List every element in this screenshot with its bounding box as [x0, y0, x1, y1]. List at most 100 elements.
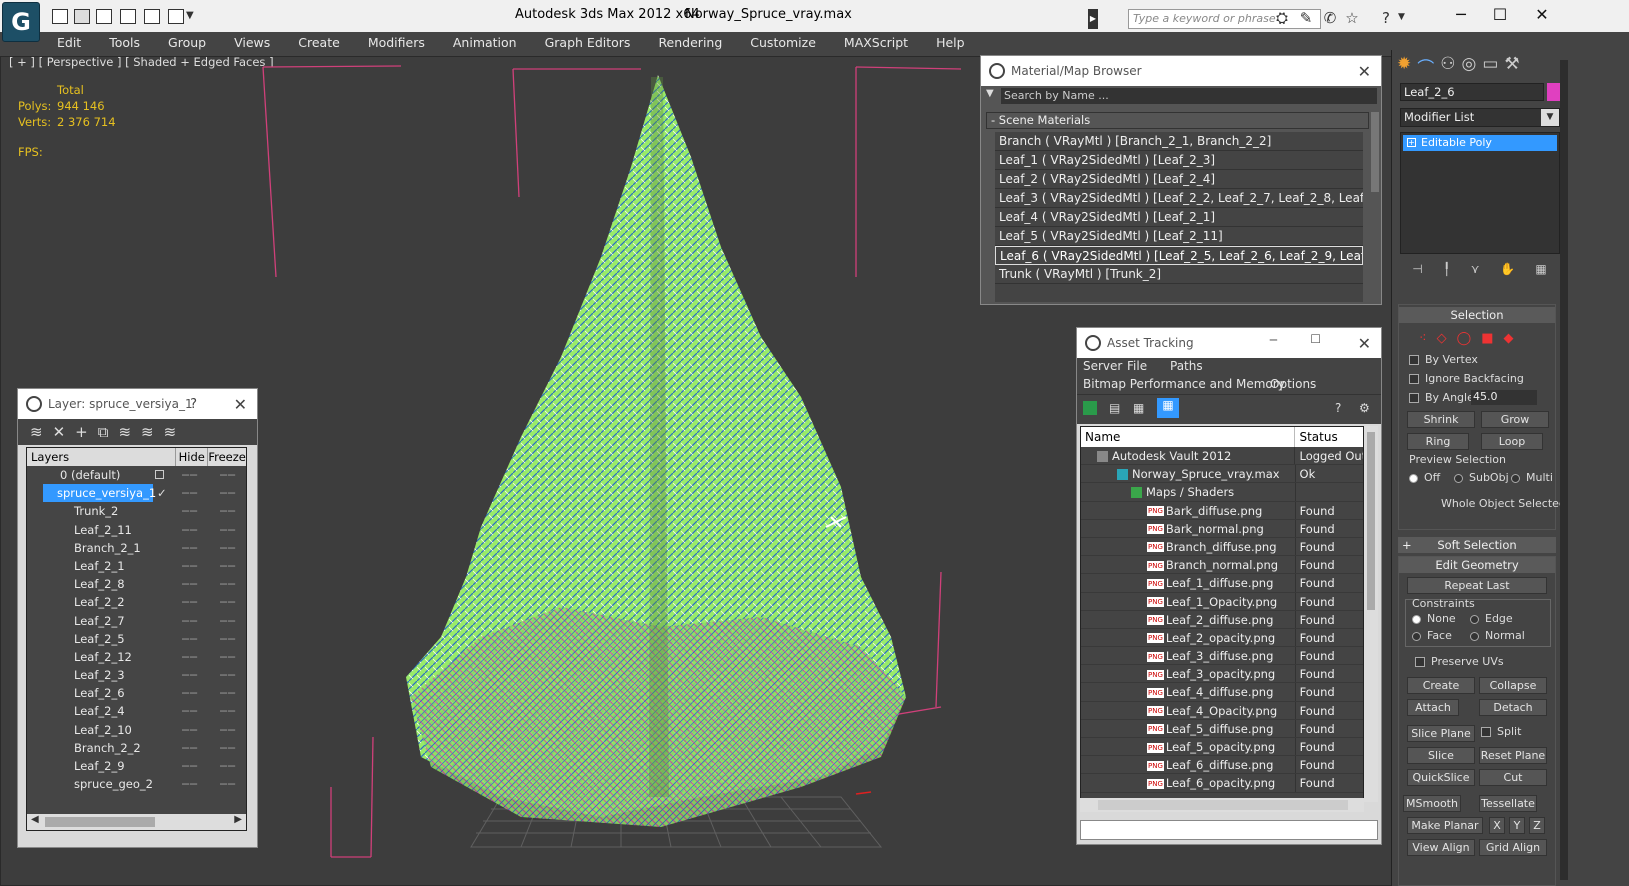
asset-row[interactable]: Maps / Shaders	[1081, 483, 1363, 502]
layer-row[interactable]: Branch_2_2 ── ──	[27, 739, 246, 757]
stack-item-editable-poly[interactable]: + Editable Poly	[1403, 135, 1557, 151]
asset-v-scroll-thumb[interactable]	[1367, 432, 1375, 610]
refresh-icon[interactable]	[1083, 401, 1097, 415]
asset-row[interactable]: PNG Leaf_4_diffuse.png Found	[1081, 683, 1363, 702]
layer-close-icon[interactable]: ✕	[234, 395, 247, 414]
remove-modifier-icon[interactable]: ✋	[1500, 262, 1515, 276]
material-browser-close-icon[interactable]: ✕	[1358, 62, 1371, 81]
asset-row[interactable]: PNG Leaf_6_opacity.png Found	[1081, 774, 1363, 793]
subscription-icon[interactable]: ✎	[1296, 8, 1316, 28]
material-v-scrollbar[interactable]	[1371, 112, 1379, 192]
undo-icon[interactable]	[96, 9, 112, 24]
asset-path-field[interactable]	[1080, 820, 1378, 840]
asset-minimize-icon[interactable]: ─	[1270, 333, 1277, 347]
hold-icon[interactable]	[144, 9, 160, 24]
asset-row[interactable]: PNG Leaf_5_diffuse.png Found	[1081, 719, 1363, 738]
maximize-icon[interactable]: ☐	[1480, 4, 1520, 26]
view-align-button[interactable]: View Align	[1407, 839, 1475, 856]
dropdown-arrow-icon[interactable]: ▼	[1541, 109, 1559, 126]
repeat-last-button[interactable]: Repeat Last	[1407, 577, 1547, 594]
attach-button[interactable]: Attach	[1407, 699, 1459, 716]
material-item[interactable]: Leaf_3 ( VRay2SidedMtl ) [Leaf_2_2, Leaf…	[995, 189, 1363, 208]
layer-row-selected[interactable]: spruce_versiya_1 ✓ ── ──	[27, 484, 246, 503]
spruce-tree-model[interactable]	[406, 75, 906, 827]
asset-row[interactable]: PNG Leaf_1_diffuse.png Found	[1081, 574, 1363, 593]
list-view-icon[interactable]: ▤	[1109, 401, 1120, 415]
expand-icon[interactable]: +	[1407, 138, 1416, 147]
col-layers[interactable]: Layers	[27, 448, 177, 466]
asset-h-scrollbar[interactable]	[1080, 798, 1364, 812]
material-item[interactable]: Leaf_2 ( VRay2SidedMtl ) [Leaf_2_4]	[995, 170, 1363, 189]
app-logo-icon[interactable]: G	[2, 2, 40, 42]
menu-modifiers[interactable]: Modifiers	[351, 35, 436, 50]
planar-z-button[interactable]: Z	[1529, 817, 1545, 834]
material-item[interactable]: Leaf_4 ( VRay2SidedMtl ) [Leaf_2_1]	[995, 208, 1363, 227]
freeze-all-icon[interactable]: ≋	[164, 423, 177, 441]
layer-row[interactable]: spruce_geo_2 ── ──	[27, 775, 246, 793]
asset-row[interactable]: PNG Bark_normal.png Found	[1081, 519, 1363, 538]
asset-tracking-header[interactable]: Asset Tracking ─ ☐	[1077, 328, 1381, 358]
edit-geometry-header[interactable]: Edit Geometry	[1399, 557, 1555, 573]
asset-settings-icon[interactable]: ⚙	[1359, 401, 1370, 415]
asset-row[interactable]: Autodesk Vault 2012 Logged Out	[1081, 447, 1363, 466]
select-objects-icon[interactable]: ⧉	[98, 423, 109, 441]
vertex-mode-icon[interactable]: ⁖	[1419, 331, 1427, 347]
selection-rollout-header[interactable]: Selection	[1399, 307, 1555, 323]
keyword-search-input[interactable]: Type a keyword or phrase	[1128, 9, 1321, 29]
asset-row[interactable]: PNG Leaf_5_opacity.png Found	[1081, 738, 1363, 757]
create-button[interactable]: Create	[1407, 677, 1475, 694]
delete-layer-icon[interactable]: ✕	[53, 423, 66, 441]
modifier-list-dropdown[interactable]: Modifier List ▼	[1400, 108, 1560, 127]
utilities-tab-icon[interactable]: ⚒	[1504, 54, 1519, 78]
menu-help[interactable]: Help	[919, 35, 976, 50]
layer-row[interactable]: 0 (default) ── ──	[27, 466, 246, 484]
layer-row[interactable]: Leaf_2_9 ── ──	[27, 757, 246, 775]
layer-row[interactable]: Leaf_2_2 ── ──	[27, 593, 246, 611]
constraint-edge-radio[interactable]: Edge	[1470, 612, 1513, 625]
asset-row[interactable]: PNG Leaf_3_diffuse.png Found	[1081, 647, 1363, 666]
layer-row[interactable]: Leaf_2_11 ── ──	[27, 521, 246, 539]
highlight-layer-icon[interactable]: ≋	[118, 423, 131, 441]
layer-h-scrollbar[interactable]: ◀ ▶	[27, 814, 246, 830]
asset-row[interactable]: PNG Bark_diffuse.png Found	[1081, 501, 1363, 520]
material-item[interactable]: Leaf_1 ( VRay2SidedMtl ) [Leaf_2_3]	[995, 151, 1363, 170]
asset-list[interactable]: Name Status Autodesk Vault 2012 Logged Ou…	[1080, 426, 1364, 802]
by-angle-checkbox[interactable]: By Angle:	[1409, 391, 1478, 404]
constraint-normal-radio[interactable]: Normal	[1470, 629, 1525, 642]
asset-v-scrollbar[interactable]	[1364, 426, 1378, 802]
tessellate-button[interactable]: Tessellate	[1479, 795, 1537, 812]
collapse-button[interactable]: Collapse	[1479, 677, 1547, 694]
modify-tab-icon[interactable]: ⌒	[1417, 54, 1434, 79]
asset-row[interactable]: PNG Leaf_2_opacity.png Found	[1081, 628, 1363, 648]
search-expand-icon[interactable]: ▶	[1088, 9, 1098, 29]
quickslice-button[interactable]: QuickSlice	[1407, 769, 1475, 786]
layer-row[interactable]: Leaf_2_3 ── ──	[27, 666, 246, 684]
layer-list[interactable]: Layers Hide Freeze 0 (default) ── ── spruc…	[26, 447, 247, 831]
detail-view-icon[interactable]: ▦	[1133, 401, 1144, 415]
help-dropdown-icon[interactable]: ▼	[1398, 12, 1405, 22]
ring-button[interactable]: Ring	[1407, 433, 1469, 450]
preview-subobj-radio[interactable]: SubObj	[1454, 471, 1509, 484]
menu-customize[interactable]: Customize	[733, 35, 827, 50]
save-icon[interactable]	[74, 9, 90, 24]
menu-animation[interactable]: Animation	[436, 35, 528, 50]
redo-icon[interactable]	[120, 9, 136, 24]
favorites-star-icon[interactable]: ☆	[1342, 8, 1362, 28]
asset-row[interactable]: PNG Leaf_3_opacity.png Found	[1081, 665, 1363, 684]
asset-row[interactable]: PNG Leaf_6_diffuse.png Found	[1081, 756, 1363, 775]
quick-access-dropdown-icon[interactable]: ▼	[186, 10, 194, 21]
menu-tools[interactable]: Tools	[92, 35, 151, 50]
detach-button[interactable]: Detach	[1479, 699, 1547, 716]
table-view-icon[interactable]: ▦	[1157, 398, 1179, 418]
configure-sets-icon[interactable]: ▦	[1535, 262, 1546, 276]
close-icon[interactable]: ✕	[1522, 4, 1562, 26]
add-to-layer-icon[interactable]: +	[75, 423, 88, 441]
scroll-left-icon[interactable]: ◀	[31, 814, 39, 825]
preserve-uvs-checkbox[interactable]: Preserve UVs	[1415, 655, 1504, 668]
asset-menu-bitmap[interactable]: Bitmap Performance and Memory	[1083, 377, 1285, 391]
material-browser-header[interactable]: Material/Map Browser	[981, 56, 1381, 86]
material-search-input[interactable]: Search by Name ...	[1001, 88, 1377, 104]
grow-button[interactable]: Grow	[1481, 411, 1549, 428]
show-end-result-icon[interactable]: ╿	[1443, 262, 1450, 276]
layer-row[interactable]: Leaf_2_10 ── ──	[27, 721, 246, 739]
